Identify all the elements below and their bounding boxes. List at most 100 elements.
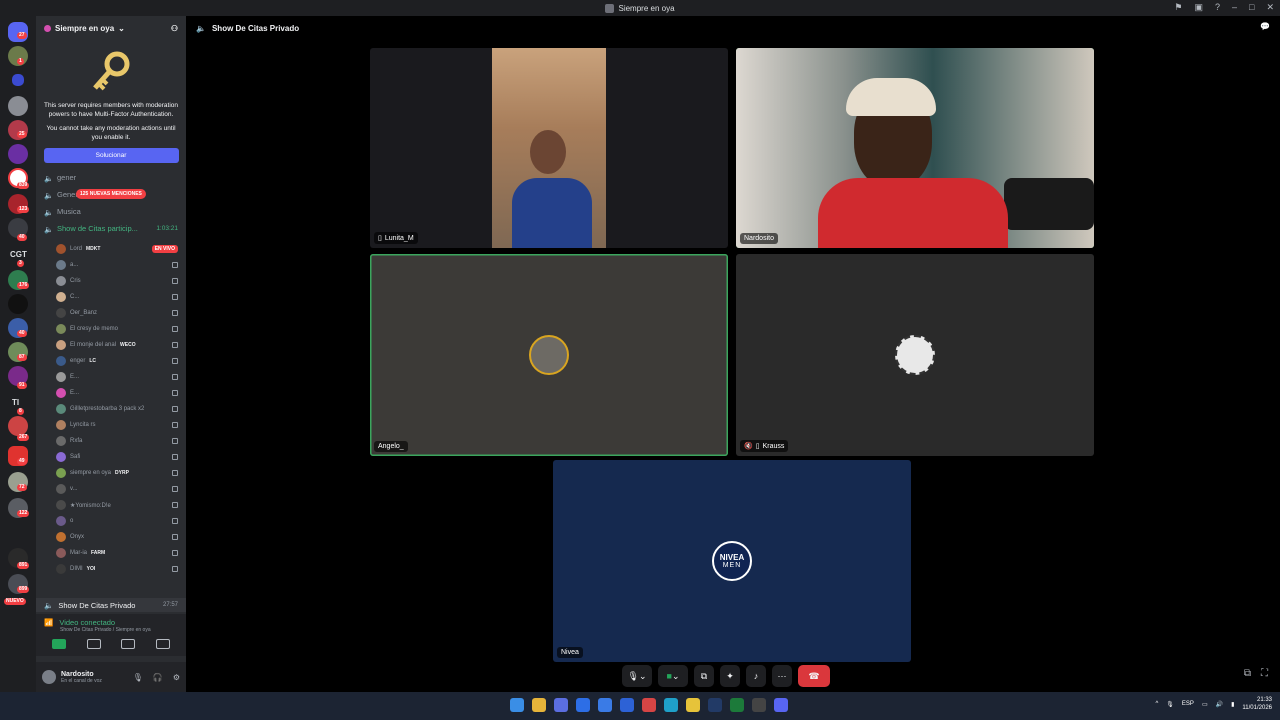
fix-button[interactable]: Solucionar [43, 148, 179, 163]
channel-label: Show de Citas particip... [57, 224, 138, 233]
channel-item[interactable]: 🔈 Musica [36, 203, 186, 220]
edge-icon[interactable] [664, 698, 678, 712]
member-name: Gillletprestobarba 3 pack x2 [70, 406, 145, 412]
voice-member[interactable]: El cresy de memo [36, 321, 186, 337]
soundboard-button[interactable]: ♪ [746, 665, 766, 687]
server-icon[interactable] [8, 416, 28, 436]
voice-member[interactable]: v... [36, 481, 186, 497]
monitor-icon[interactable]: ▭ [1202, 701, 1208, 708]
voice-member[interactable]: ★Yomismo:D!e [36, 497, 186, 513]
outlook-icon[interactable] [576, 698, 590, 712]
participant-tile[interactable]: Nardosito [736, 48, 1094, 248]
language-indicator[interactable]: ESP [1182, 701, 1194, 707]
server-label[interactable]: CGT [10, 250, 27, 259]
mic-icon[interactable]: 🎙 [133, 673, 143, 682]
steam-icon[interactable] [708, 698, 722, 712]
opera-icon[interactable] [642, 698, 656, 712]
add-member-icon[interactable]: ⚇ [171, 24, 178, 33]
voice-member[interactable]: Mar-ia FARM [36, 545, 186, 561]
voice-member[interactable]: o [36, 513, 186, 529]
channel-label: gener [57, 173, 77, 182]
chevron-up-icon[interactable]: ^ [1155, 701, 1158, 707]
server-icon[interactable] [8, 96, 28, 116]
voice-member[interactable]: a... [36, 257, 186, 273]
video-feed [492, 48, 606, 248]
voice-member[interactable]: Safi [36, 449, 186, 465]
speaker-icon: 🔈 [44, 173, 54, 183]
fullscreen-icon[interactable]: ⛶ [1261, 668, 1268, 679]
channel-sidebar: Siempre en oya ⌄ ⚇ This server requires … [36, 16, 186, 692]
voice-member[interactable]: DIMI YOI [36, 561, 186, 577]
current-voice-channel[interactable]: 🔈 Show De Citas Privado 27:57 [36, 598, 186, 612]
voice-member[interactable]: Lyncita rs [36, 417, 186, 433]
disconnect-button[interactable]: ☎ [798, 665, 830, 687]
camera-button[interactable] [52, 639, 66, 649]
speaker-icon: 🔈 [44, 190, 54, 200]
folder-icon[interactable] [12, 74, 24, 86]
discord-icon[interactable] [774, 698, 788, 712]
store-icon[interactable] [598, 698, 612, 712]
member-tag: DYRP [115, 470, 129, 476]
battery-icon[interactable]: ▮ [1231, 701, 1234, 708]
voice-member[interactable]: Onyx [36, 529, 186, 545]
server-label[interactable]: TI [12, 398, 19, 407]
mic-tray-icon[interactable]: 🎙 [1166, 701, 1174, 708]
voice-member[interactable]: enger LC [36, 353, 186, 369]
close-button[interactable]: ✕ [1266, 2, 1274, 13]
microphone-button[interactable]: 🎙⌄ [622, 665, 652, 687]
channel-item[interactable]: 🔈 gener [36, 169, 186, 186]
start-icon[interactable] [510, 698, 524, 712]
activities-button[interactable]: ✦ [720, 665, 740, 687]
voice-member[interactable]: Gillletprestobarba 3 pack x2 [36, 401, 186, 417]
screen-share-button[interactable] [86, 639, 101, 649]
xbox-icon[interactable] [730, 698, 744, 712]
app-icon [605, 3, 615, 13]
chat-icon[interactable]: 💬 [1260, 22, 1270, 31]
new-mentions-pill[interactable]: 125 NUEVAS MENCIONES [76, 189, 146, 199]
channel-item-active[interactable]: 🔈 Show de Citas particip... 1:03:21 [36, 220, 186, 237]
avatar[interactable] [42, 670, 56, 684]
participant-tile[interactable]: ▯ Lunita_M [370, 48, 728, 248]
rail-badge: 27 [17, 32, 27, 39]
voice-member[interactable]: Oer_Banz [36, 305, 186, 321]
voice-member[interactable]: E... [36, 385, 186, 401]
voice-member[interactable]: Lord MDKT EN VIVO [36, 241, 186, 257]
server-icon[interactable] [8, 144, 28, 164]
screen-share-button[interactable]: ⧉ [694, 665, 714, 687]
minimize-button[interactable]: – [1232, 2, 1237, 13]
camera-button[interactable]: ■ ⌄ [658, 665, 688, 687]
mfa-message: This server requires members with modera… [43, 102, 179, 118]
voice-member[interactable]: El monje del anal WECO [36, 337, 186, 353]
member-status-icon [172, 502, 178, 508]
voice-member[interactable]: C... [36, 289, 186, 305]
participant-tile[interactable]: NIVEA MEN Nivea [553, 460, 911, 662]
volume-icon[interactable]: 🔊 [1216, 701, 1223, 708]
maximize-button[interactable]: □ [1249, 2, 1254, 13]
voice-member[interactable]: Rxfa [36, 433, 186, 449]
more-options-button[interactable]: ⋯ [772, 665, 792, 687]
file-explorer-icon[interactable] [532, 698, 546, 712]
voice-member[interactable]: E... [36, 369, 186, 385]
soundboard-button[interactable] [155, 639, 170, 649]
inbox-icon[interactable]: ⚑ [1174, 2, 1182, 13]
headphones-icon[interactable]: 🎧 [153, 673, 163, 682]
activities-button[interactable] [121, 639, 136, 649]
clock[interactable]: 21:33 11/01/2026 [1242, 696, 1272, 712]
teams-icon[interactable] [554, 698, 568, 712]
terminal-icon[interactable] [752, 698, 766, 712]
gear-icon[interactable]: ⚙ [173, 673, 180, 682]
help-icon[interactable]: ? [1215, 2, 1220, 13]
member-name: a... [70, 262, 79, 268]
member-status-icon [172, 438, 178, 444]
participant-tile[interactable]: 🔇 ▯ Krauss [736, 254, 1094, 456]
mail-icon[interactable] [620, 698, 634, 712]
voice-member[interactable]: Cris [36, 273, 186, 289]
server-icon[interactable] [8, 294, 28, 314]
chrome-icon[interactable] [686, 698, 700, 712]
voice-member[interactable]: siempre en oya DYRP [36, 465, 186, 481]
screen-icon[interactable]: ▣ [1194, 2, 1203, 13]
participant-tile[interactable]: Angelo_ [370, 254, 728, 456]
popout-icon[interactable]: ⧉ [1244, 668, 1251, 679]
server-header[interactable]: Siempre en oya ⌄ ⚇ [36, 16, 186, 40]
member-name: Lyncita rs [70, 422, 96, 428]
